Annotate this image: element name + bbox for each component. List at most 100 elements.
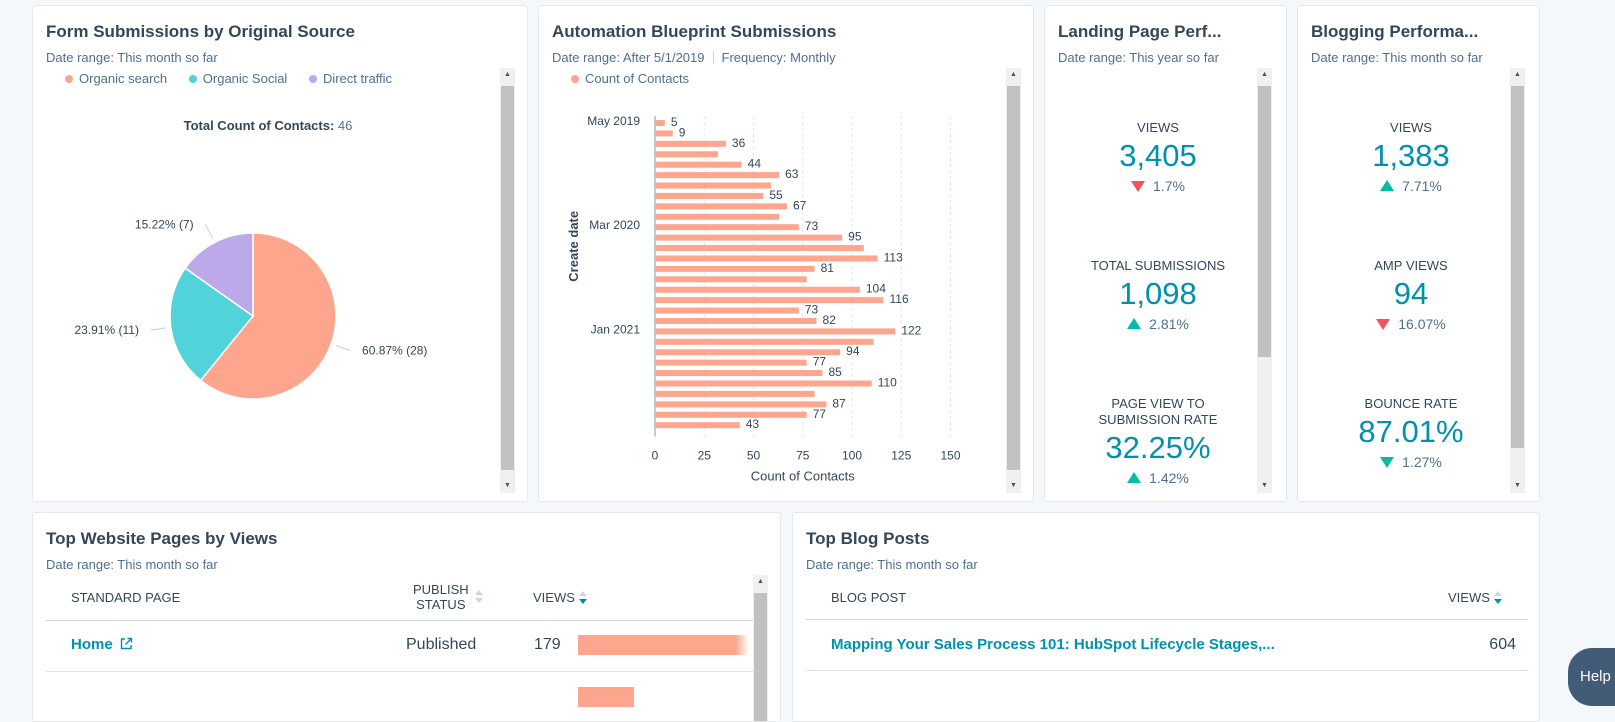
bar[interactable] [655, 130, 673, 137]
chart-legend: Count of Contacts [571, 71, 707, 86]
card-title[interactable]: Top Website Pages by Views [46, 529, 277, 549]
legend-swatch [571, 75, 579, 83]
bar[interactable] [655, 411, 807, 418]
scroll-down-icon[interactable]: ▼ [1257, 479, 1272, 493]
scroll-up-icon[interactable]: ▲ [753, 575, 768, 589]
column-header-views[interactable]: Views [533, 590, 587, 605]
kpi-change: 1.7% [1045, 176, 1271, 196]
scrollbar[interactable]: ▲ ▼ [1510, 68, 1525, 493]
bar[interactable] [655, 203, 787, 210]
bar[interactable] [655, 161, 742, 168]
scroll-thumb[interactable] [1007, 86, 1020, 470]
kpi-views: Views 1,383 7.71% [1298, 120, 1524, 196]
scroll-thumb[interactable] [1258, 86, 1271, 357]
scroll-up-icon[interactable]: ▲ [1257, 68, 1272, 82]
kpi-value: 3,405 [1119, 138, 1197, 173]
date-range-line: Date range: After 5/1/2019 Frequency: Mon… [552, 50, 836, 65]
scroll-up-icon[interactable]: ▲ [1510, 68, 1525, 82]
column-header-status[interactable]: Publish Status [413, 582, 483, 612]
x-tick-label: 75 [796, 449, 810, 463]
scroll-down-icon[interactable]: ▼ [1006, 479, 1021, 493]
card-title[interactable]: Blogging Performa... [1311, 22, 1478, 42]
bar-value-label: 43 [746, 417, 760, 431]
card-title[interactable]: Form Submissions by Original Source [46, 22, 355, 42]
date-range: Date range: This year so far [1058, 50, 1219, 65]
scroll-up-icon[interactable]: ▲ [500, 68, 515, 82]
scroll-thumb[interactable] [754, 593, 767, 721]
bar[interactable] [655, 297, 884, 304]
x-tick-label: 25 [698, 449, 712, 463]
kpi-amp-views: AMP Views 94 16.07% [1298, 258, 1524, 334]
bar[interactable] [655, 359, 807, 366]
bar[interactable] [655, 422, 740, 429]
bar[interactable] [655, 245, 864, 252]
sort-icon[interactable] [474, 590, 483, 604]
bar[interactable] [655, 370, 823, 377]
bar[interactable] [655, 338, 874, 345]
scroll-up-icon[interactable]: ▲ [1006, 68, 1021, 82]
kpi-total-submissions: Total Submissions 1,098 2.81% [1045, 258, 1271, 334]
bar[interactable] [655, 172, 780, 179]
card-title[interactable]: Landing Page Perf... [1058, 22, 1221, 42]
bar-value-label: 44 [748, 157, 762, 171]
views-header-label: Views [1448, 590, 1490, 605]
kpi-label: Total Submissions [1090, 258, 1226, 273]
bar[interactable] [655, 276, 807, 283]
bar[interactable] [655, 380, 872, 387]
scrollbar[interactable]: ▲ ▼ [500, 68, 515, 493]
external-link-icon [120, 637, 133, 650]
bar[interactable] [655, 192, 764, 199]
bar[interactable] [655, 265, 815, 272]
table-row: Mapping Your Sales Process 101: HubSpot … [806, 620, 1528, 670]
bar[interactable] [655, 234, 843, 241]
bar[interactable] [655, 182, 772, 189]
card-title[interactable]: Automation Blueprint Submissions [552, 22, 836, 42]
trend-down-icon [1131, 181, 1146, 192]
bar[interactable] [655, 255, 878, 262]
kpi-label: Bounce Rate [1364, 396, 1458, 411]
legend-item[interactable]: Count of Contacts [571, 71, 689, 86]
bar[interactable] [655, 213, 780, 220]
kpi-change: 1.42% [1045, 468, 1271, 488]
top-blog-card: Top Blog Posts Date range: This month so… [792, 512, 1540, 722]
sort-icon[interactable] [578, 591, 587, 605]
scroll-thumb[interactable] [1511, 86, 1524, 448]
pie-slice-label: 15.22% (7) [135, 218, 194, 232]
bar-value-label: 87 [832, 396, 846, 410]
bar[interactable] [655, 120, 665, 126]
bar[interactable] [655, 307, 799, 314]
bar[interactable] [655, 224, 799, 231]
kpi-views: Views 3,405 1.7% [1045, 120, 1271, 196]
scroll-thumb[interactable] [501, 86, 514, 470]
scrollbar[interactable]: ▲ [753, 575, 768, 721]
top-pages-card: Top Website Pages by Views Date range: T… [32, 512, 781, 722]
sort-icon[interactable] [1493, 591, 1502, 605]
scroll-down-icon[interactable]: ▼ [500, 479, 515, 493]
x-tick-label: 100 [842, 449, 862, 463]
bar[interactable] [655, 328, 896, 335]
kpi-bounce-rate: Bounce Rate 87.01% 1.27% [1298, 396, 1524, 472]
bar[interactable] [655, 401, 827, 408]
blog-post-link[interactable]: Mapping Your Sales Process 101: HubSpot … [831, 636, 1275, 653]
column-header-post[interactable]: Blog Post [831, 590, 906, 605]
pie-slice-label: 60.87% (28) [362, 343, 427, 357]
bar-value-label: 113 [884, 250, 903, 264]
column-header-views[interactable]: Views [1448, 590, 1502, 605]
card-title[interactable]: Top Blog Posts [806, 529, 929, 549]
bar-value-label: 94 [846, 344, 860, 358]
scrollbar[interactable]: ▲ ▼ [1006, 68, 1021, 493]
page-link[interactable]: Home [71, 636, 133, 653]
bar-value-label: 82 [823, 313, 837, 327]
scroll-down-icon[interactable]: ▼ [1510, 479, 1525, 493]
bar[interactable] [655, 390, 815, 397]
scrollbar[interactable]: ▲ ▼ [1257, 68, 1272, 493]
column-header-page[interactable]: Standard Page [71, 590, 180, 605]
bar[interactable] [655, 286, 860, 293]
bar[interactable] [655, 317, 817, 324]
bar[interactable] [655, 140, 726, 147]
views-value: 179 [534, 636, 561, 653]
y-axis-label: Create date [566, 211, 581, 282]
blogging-card: Blogging Performa... Date range: This mo… [1297, 5, 1540, 502]
bar[interactable] [655, 151, 719, 158]
help-button[interactable]: Help [1568, 648, 1615, 706]
